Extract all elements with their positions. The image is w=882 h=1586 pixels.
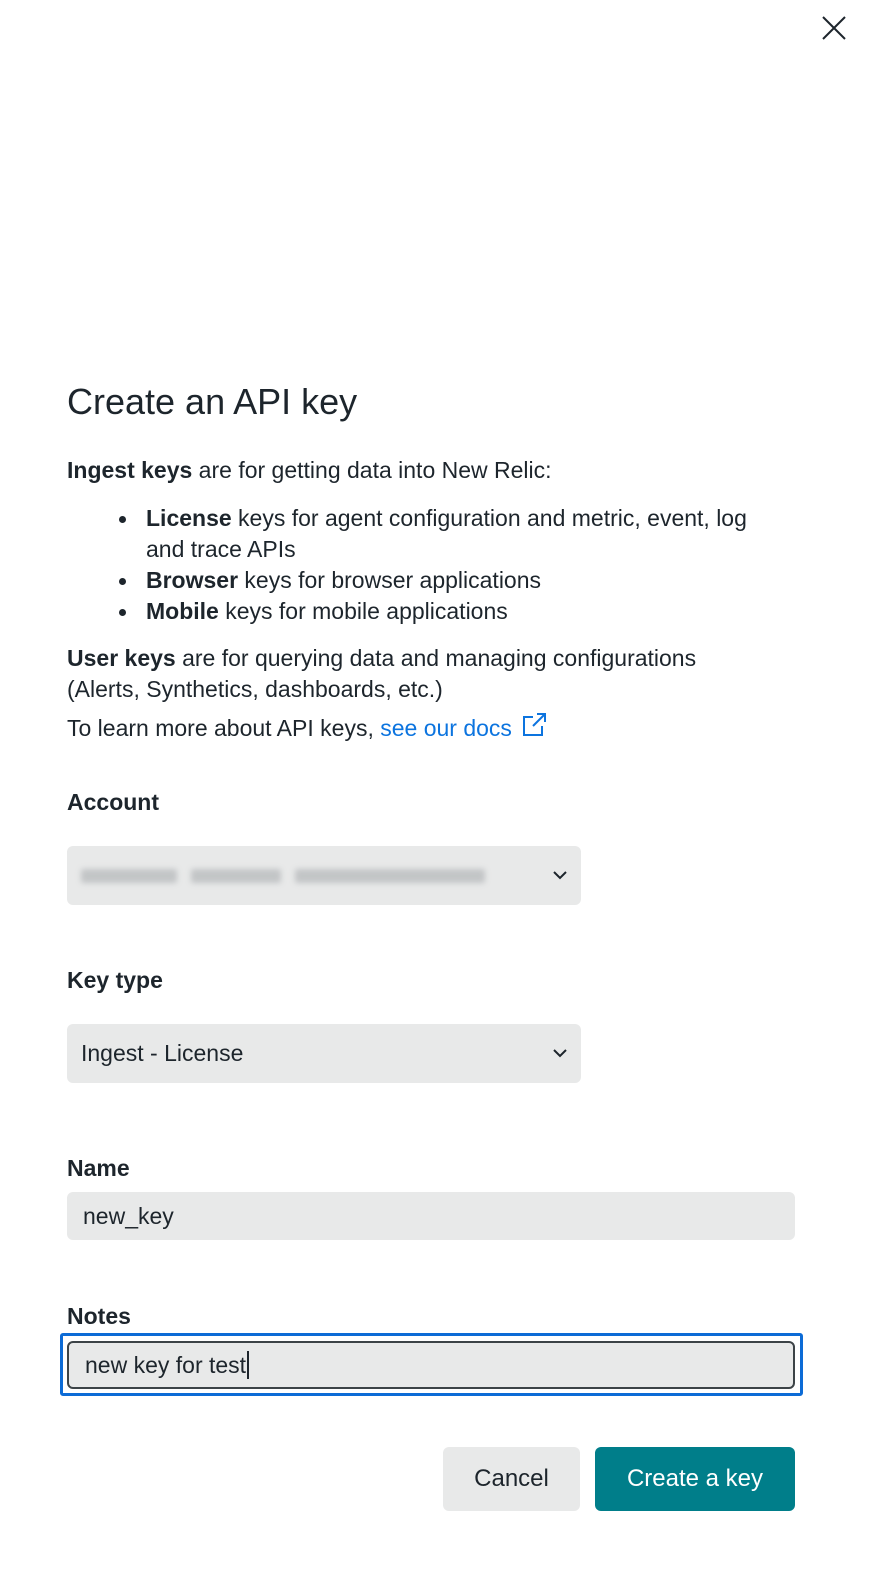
- dialog-title: Create an API key: [67, 381, 358, 422]
- create-key-button[interactable]: Create a key: [595, 1447, 795, 1511]
- external-link-icon: [522, 713, 546, 736]
- list-item: Browser keys for browser applications: [117, 565, 807, 596]
- close-icon: [822, 16, 846, 40]
- key-types-list: License keys for agent configuration and…: [67, 503, 807, 627]
- list-item-text: keys for mobile applications: [218, 598, 508, 624]
- cancel-button[interactable]: Cancel: [443, 1447, 580, 1511]
- notes-label: Notes: [67, 1303, 131, 1329]
- list-item-bold: Mobile: [146, 598, 219, 624]
- notes-input[interactable]: new key for test: [67, 1341, 795, 1389]
- user-keys-bold: User keys: [67, 645, 176, 671]
- docs-link[interactable]: see our docs: [380, 713, 548, 741]
- ingest-keys-bold: Ingest keys: [67, 457, 193, 483]
- account-label: Account: [67, 789, 159, 815]
- account-value-redacted: [81, 868, 485, 883]
- text-caret: [247, 1351, 250, 1379]
- close-button[interactable]: [814, 8, 854, 48]
- list-item-bold: Browser: [146, 567, 239, 593]
- key-type-select[interactable]: Ingest - License: [67, 1024, 581, 1083]
- list-item-text: keys for browser applications: [238, 567, 542, 593]
- name-label: Name: [67, 1155, 130, 1181]
- ingest-keys-text: are for getting data into New Relic:: [192, 457, 552, 483]
- list-item: Mobile keys for mobile applications: [117, 596, 807, 627]
- chevron-down-icon: [553, 1049, 567, 1058]
- notes-input-value: new key for test: [85, 1351, 247, 1378]
- chevron-down-icon: [553, 871, 567, 880]
- ingest-keys-intro: Ingest keys are for getting data into Ne…: [67, 455, 807, 486]
- name-input-value: new_key: [83, 1202, 174, 1229]
- learn-more-prefix: To learn more about API keys,: [67, 715, 381, 741]
- docs-link-label: see our docs: [380, 715, 512, 741]
- key-type-label: Key type: [67, 967, 163, 993]
- user-keys-text: User keys are for querying data and mana…: [67, 643, 767, 705]
- key-type-value: Ingest - License: [81, 1040, 244, 1066]
- list-item-bold: License: [146, 505, 232, 531]
- learn-more-text: To learn more about API keys, see our do…: [67, 711, 807, 744]
- list-item-text: keys for agent configuration and metric,…: [146, 505, 747, 562]
- list-item: License keys for agent configuration and…: [117, 503, 777, 565]
- account-select[interactable]: [67, 846, 581, 905]
- name-input[interactable]: new_key: [67, 1192, 795, 1240]
- dialog-content: Create an API key Ingest keys are for ge…: [67, 380, 807, 744]
